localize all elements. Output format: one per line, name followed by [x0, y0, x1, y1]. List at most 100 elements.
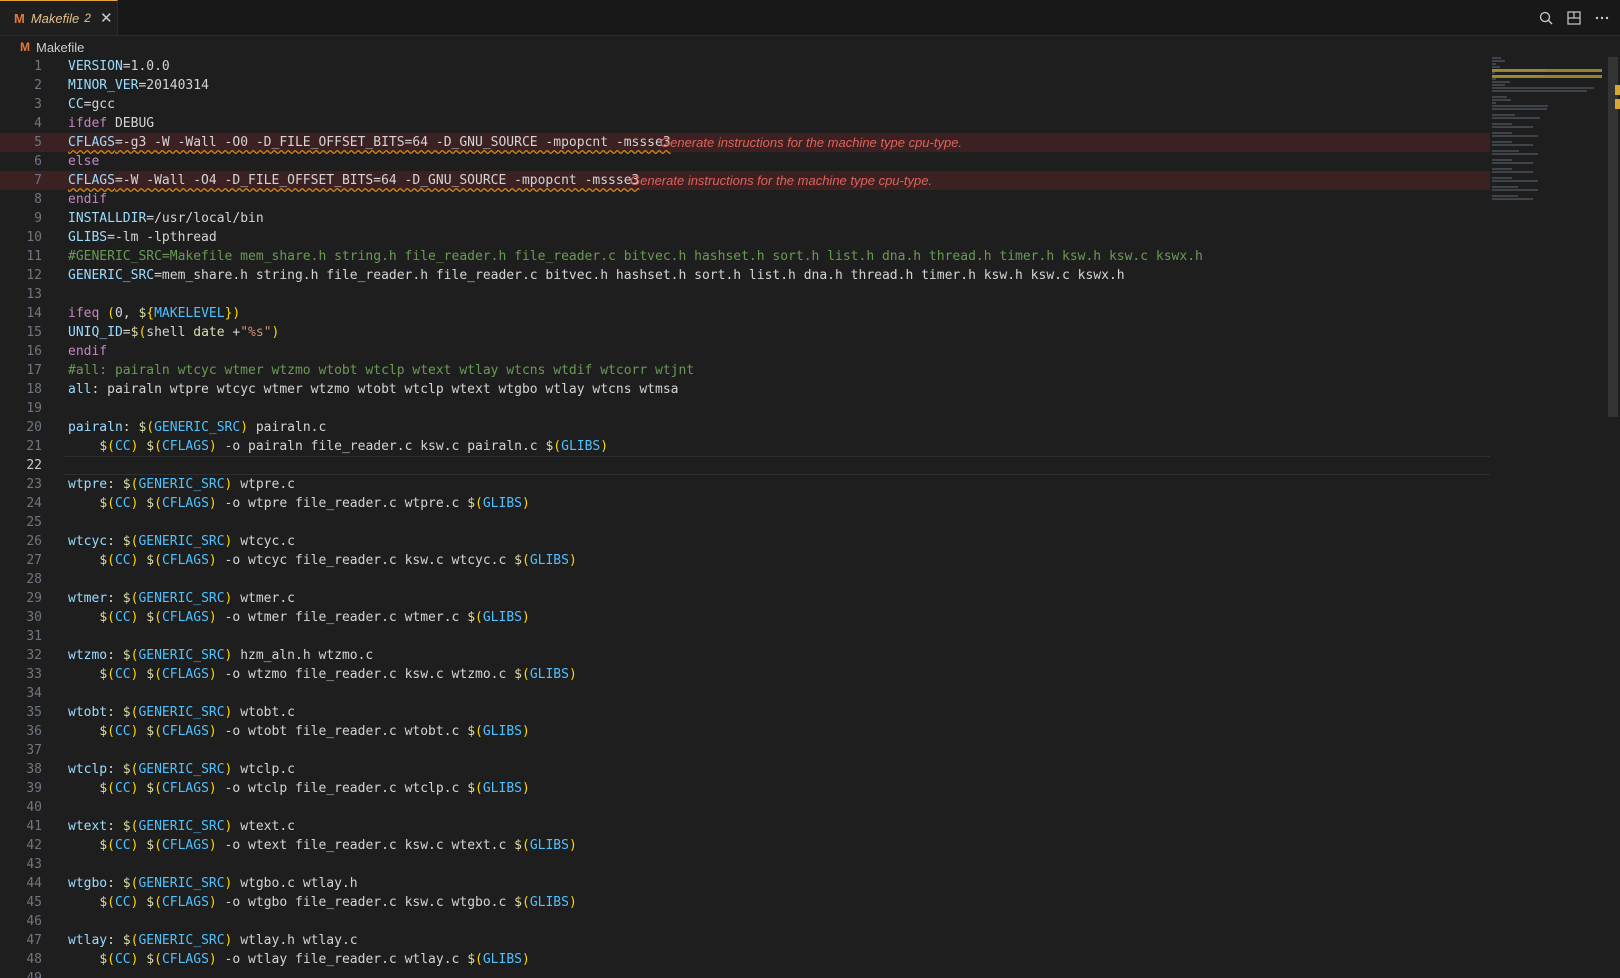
overview-ruler[interactable] [1606, 57, 1620, 978]
code-text[interactable]: wtzmo: $(GENERIC_SRC) hzm_aln.h wtzmo.c [68, 646, 373, 665]
code-text[interactable]: CFLAGS=-g3 -W -Wall -O0 -D_FILE_OFFSET_B… [68, 133, 671, 152]
code-line[interactable]: 22 [0, 456, 1490, 475]
split-editor-icon[interactable] [1564, 8, 1584, 28]
code-line[interactable]: 37 [0, 741, 1490, 760]
code-text[interactable]: #GENERIC_SRC=Makefile mem_share.h string… [68, 247, 1203, 266]
code-text[interactable]: wtmer: $(GENERIC_SRC) wtmer.c [68, 589, 295, 608]
code-text[interactable]: $(CC) $(CFLAGS) -o wtpre file_reader.c w… [68, 494, 530, 513]
code-text[interactable]: $(CC) $(CFLAGS) -o wtmer file_reader.c w… [68, 608, 530, 627]
code-text[interactable]: $(CC) $(CFLAGS) -o wtcyc file_reader.c k… [68, 551, 576, 570]
code-line[interactable]: 25 [0, 513, 1490, 532]
code-text[interactable]: wtgbo: $(GENERIC_SRC) wtgbo.c wtlay.h [68, 874, 358, 893]
code-text[interactable]: $(CC) $(CFLAGS) -o wtgbo file_reader.c k… [68, 893, 576, 912]
code-line[interactable]: 40 [0, 798, 1490, 817]
code-text[interactable]: wtpre: $(GENERIC_SRC) wtpre.c [68, 475, 295, 494]
minimap-line [1492, 78, 1496, 80]
code-text[interactable]: ifeq (0, ${MAKELEVEL}) [68, 304, 240, 323]
code-line[interactable]: 39 $(CC) $(CFLAGS) -o wtclp file_reader.… [0, 779, 1490, 798]
code-text[interactable]: CC=gcc [68, 95, 115, 114]
code-line[interactable]: 11 #GENERIC_SRC=Makefile mem_share.h stri… [0, 247, 1490, 266]
code-line[interactable]: 16 endif [0, 342, 1490, 361]
code-text[interactable]: wtcyc: $(GENERIC_SRC) wtcyc.c [68, 532, 295, 551]
code-text[interactable]: GENERIC_SRC=mem_share.h string.h file_re… [68, 266, 1125, 285]
tab-makefile[interactable]: M Makefile 2 ✕ [0, 0, 118, 35]
code-line[interactable]: 32 wtzmo: $(GENERIC_SRC) hzm_aln.h wtzmo.… [0, 646, 1490, 665]
code-line[interactable]: 38 wtclp: $(GENERIC_SRC) wtclp.c [0, 760, 1490, 779]
code-text[interactable]: wtlay: $(GENERIC_SRC) wtlay.h wtlay.c [68, 931, 358, 950]
code-line[interactable]: 34 [0, 684, 1490, 703]
code-text[interactable]: INSTALLDIR=/usr/local/bin [68, 209, 264, 228]
code-line[interactable]: 43 [0, 855, 1490, 874]
code-text[interactable]: $(CC) $(CFLAGS) -o wtlay file_reader.c w… [68, 950, 530, 969]
code-text[interactable]: $(CC) $(CFLAGS) -o wtclp file_reader.c w… [68, 779, 530, 798]
code-line[interactable]: 14 ifeq (0, ${MAKELEVEL}) [0, 304, 1490, 323]
code-line[interactable]: 7 CFLAGS=-W -Wall -O4 -D_FILE_OFFSET_BITS… [0, 171, 1490, 190]
code-text[interactable]: pairaln: $(GENERIC_SRC) pairaln.c [68, 418, 326, 437]
code-line[interactable]: 4 ifdef DEBUG [0, 114, 1490, 133]
code-line[interactable]: 20 pairaln: $(GENERIC_SRC) pairaln.c [0, 418, 1490, 437]
minimap[interactable] [1492, 57, 1604, 257]
code-text[interactable]: else [68, 152, 99, 171]
code-line[interactable]: 19 [0, 399, 1490, 418]
code-line[interactable]: 42 $(CC) $(CFLAGS) -o wtext file_reader.… [0, 836, 1490, 855]
code-text[interactable]: #all: pairaln wtcyc wtmer wtzmo wtobt wt… [68, 361, 694, 380]
code-line[interactable]: 24 $(CC) $(CFLAGS) -o wtpre file_reader.… [0, 494, 1490, 513]
code-text[interactable]: GLIBS=-lm -lpthread [68, 228, 217, 247]
code-line[interactable]: 30 $(CC) $(CFLAGS) -o wtmer file_reader.… [0, 608, 1490, 627]
code-text[interactable]: wtobt: $(GENERIC_SRC) wtobt.c [68, 703, 295, 722]
code-line[interactable]: 8 endif [0, 190, 1490, 209]
code-line[interactable]: 47 wtlay: $(GENERIC_SRC) wtlay.h wtlay.c [0, 931, 1490, 950]
code-line[interactable]: 3 CC=gcc [0, 95, 1490, 114]
code-line[interactable]: 1 VERSION=1.0.0 [0, 57, 1490, 76]
code-line[interactable]: 10 GLIBS=-lm -lpthread [0, 228, 1490, 247]
code-line[interactable]: 35 wtobt: $(GENERIC_SRC) wtobt.c [0, 703, 1490, 722]
code-line[interactable]: 46 [0, 912, 1490, 931]
code-line[interactable]: 27 $(CC) $(CFLAGS) -o wtcyc file_reader.… [0, 551, 1490, 570]
scrollbar-thumb[interactable] [1608, 57, 1618, 417]
code-line[interactable]: 2 MINOR_VER=20140314 [0, 76, 1490, 95]
code-text[interactable]: $(CC) $(CFLAGS) -o pairaln file_reader.c… [68, 437, 608, 456]
code-text[interactable]: UNIQ_ID=$(shell date +"%s") [68, 323, 279, 342]
close-icon[interactable]: ✕ [100, 9, 113, 27]
code-line[interactable]: 13 [0, 285, 1490, 304]
code-line[interactable]: 28 [0, 570, 1490, 589]
code-text[interactable]: endif [68, 342, 107, 361]
code-line[interactable]: 36 $(CC) $(CFLAGS) -o wtobt file_reader.… [0, 722, 1490, 741]
code-line[interactable]: 18 all: pairaln wtpre wtcyc wtmer wtzmo w… [0, 380, 1490, 399]
code-text[interactable]: endif [68, 190, 107, 209]
code-line[interactable]: 49 [0, 969, 1490, 978]
code-text[interactable]: wtext: $(GENERIC_SRC) wtext.c [68, 817, 295, 836]
code-line[interactable]: 41 wtext: $(GENERIC_SRC) wtext.c [0, 817, 1490, 836]
code-text[interactable]: ifdef DEBUG [68, 114, 154, 133]
more-icon[interactable] [1592, 8, 1612, 28]
code-text[interactable]: $(CC) $(CFLAGS) -o wtobt file_reader.c w… [68, 722, 530, 741]
code-text[interactable]: wtclp: $(GENERIC_SRC) wtclp.c [68, 760, 295, 779]
code-line[interactable]: 6 else [0, 152, 1490, 171]
code-text[interactable]: VERSION=1.0.0 [68, 57, 170, 76]
code-line[interactable]: 17 #all: pairaln wtcyc wtmer wtzmo wtobt … [0, 361, 1490, 380]
code-line[interactable]: 33 $(CC) $(CFLAGS) -o wtzmo file_reader.… [0, 665, 1490, 684]
code-line[interactable]: 48 $(CC) $(CFLAGS) -o wtlay file_reader.… [0, 950, 1490, 969]
breadcrumb[interactable]: M Makefile [20, 36, 84, 58]
code-line[interactable]: 23 wtpre: $(GENERIC_SRC) wtpre.c [0, 475, 1490, 494]
code-editor[interactable]: 1 VERSION=1.0.0 2 MINOR_VER=20140314 3 CC=gcc… [0, 57, 1490, 978]
search-icon[interactable] [1536, 8, 1556, 28]
code-line[interactable]: 21 $(CC) $(CFLAGS) -o pairaln file_reade… [0, 437, 1490, 456]
code-text[interactable]: $(CC) $(CFLAGS) -o wtzmo file_reader.c k… [68, 665, 576, 684]
code-text[interactable]: all: pairaln wtpre wtcyc wtmer wtzmo wto… [68, 380, 678, 399]
code-line[interactable]: 15 UNIQ_ID=$(shell date +"%s") [0, 323, 1490, 342]
code-line[interactable]: 5 CFLAGS=-g3 -W -Wall -O0 -D_FILE_OFFSET_… [0, 133, 1490, 152]
code-line[interactable]: 9 INSTALLDIR=/usr/local/bin [0, 209, 1490, 228]
code-line[interactable]: 31 [0, 627, 1490, 646]
code-line[interactable]: 26 wtcyc: $(GENERIC_SRC) wtcyc.c [0, 532, 1490, 551]
code-line[interactable]: 12 GENERIC_SRC=mem_share.h string.h file_… [0, 266, 1490, 285]
code-line[interactable]: 45 $(CC) $(CFLAGS) -o wtgbo file_reader.… [0, 893, 1490, 912]
breadcrumb-file[interactable]: Makefile [36, 40, 84, 55]
code-text[interactable]: CFLAGS=-W -Wall -O4 -D_FILE_OFFSET_BITS=… [68, 171, 639, 190]
line-number: 19 [26, 401, 42, 416]
code-line[interactable]: 44 wtgbo: $(GENERIC_SRC) wtgbo.c wtlay.h [0, 874, 1490, 893]
code-text[interactable]: $(CC) $(CFLAGS) -o wtext file_reader.c k… [68, 836, 576, 855]
minimap-line [1492, 96, 1507, 98]
code-text[interactable]: MINOR_VER=20140314 [68, 76, 209, 95]
code-line[interactable]: 29 wtmer: $(GENERIC_SRC) wtmer.c [0, 589, 1490, 608]
